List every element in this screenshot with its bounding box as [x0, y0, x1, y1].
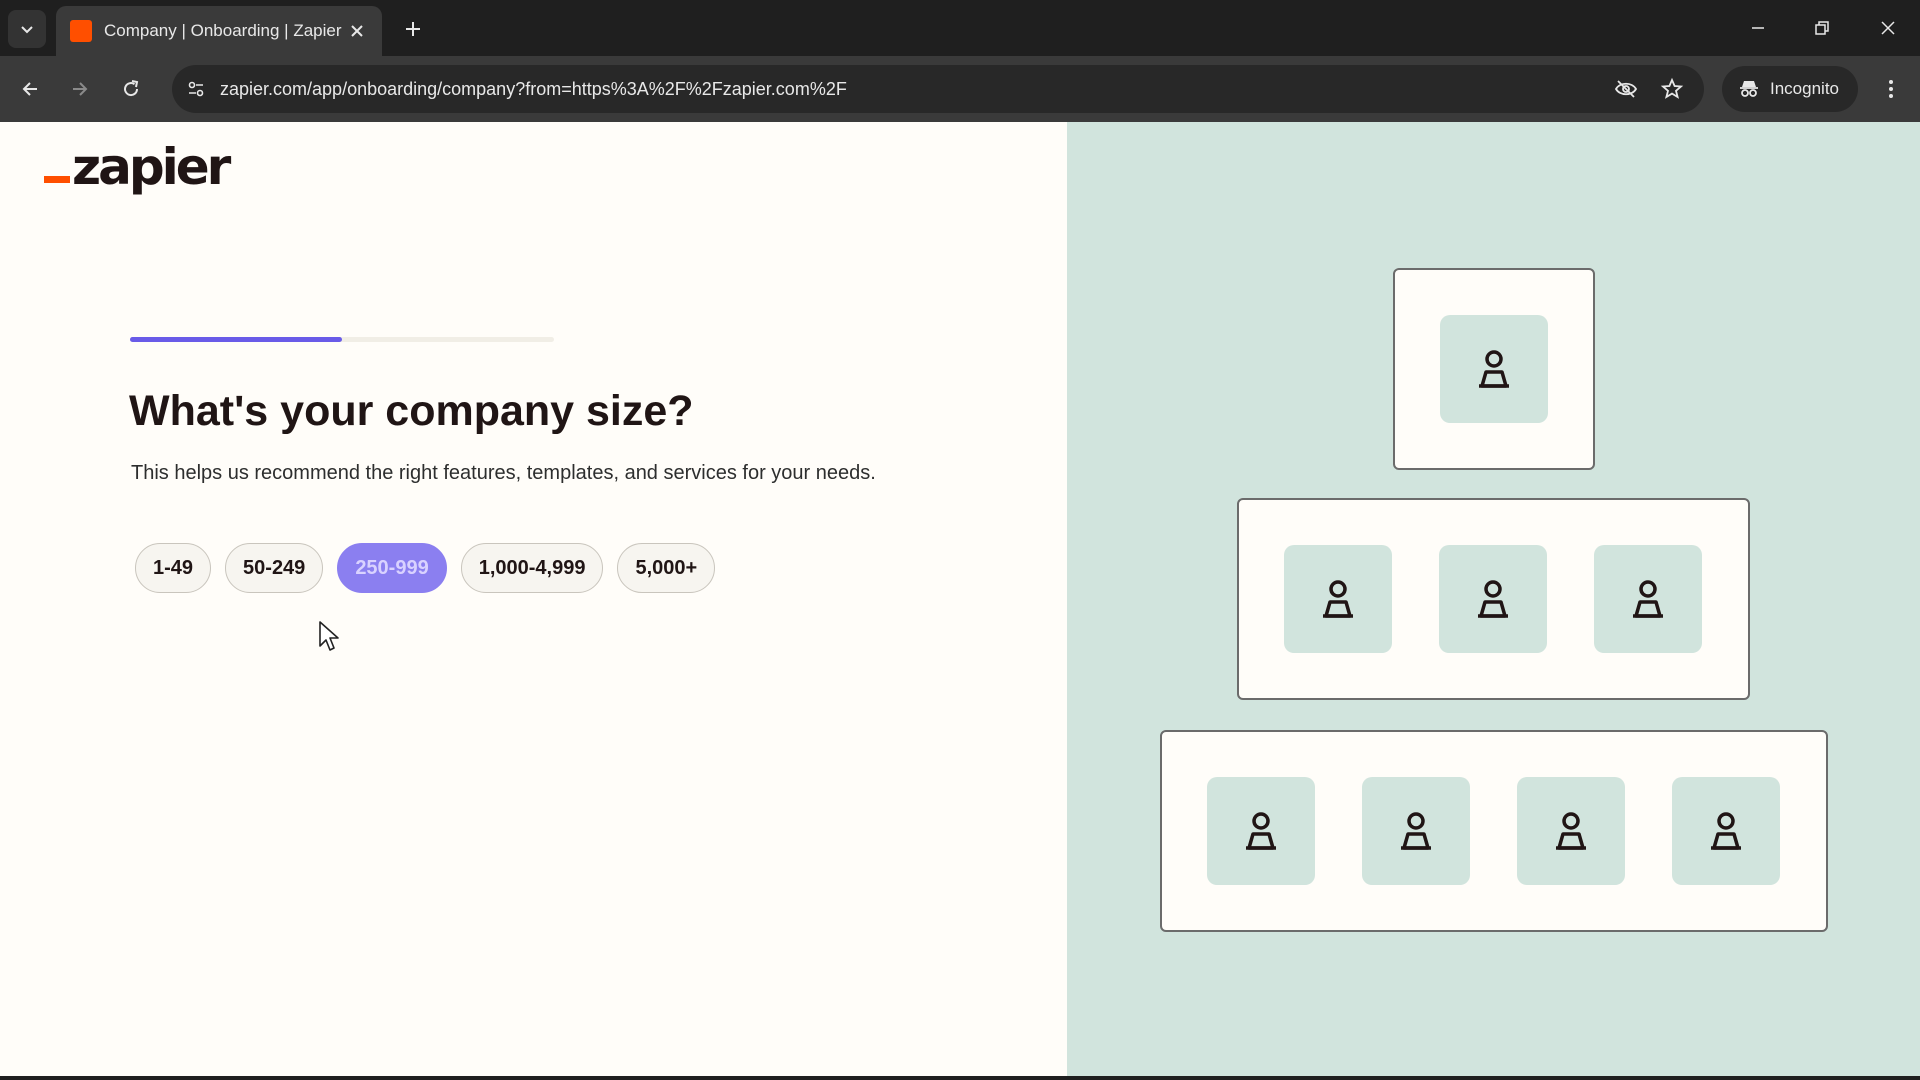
person-icon — [1246, 812, 1276, 850]
tab-title: Company | Onboarding | Zapier — [104, 21, 342, 40]
person-tile — [1440, 315, 1548, 423]
close-icon — [1881, 21, 1895, 35]
person-icon — [1711, 812, 1741, 850]
back-button[interactable] — [11, 70, 49, 108]
mouse-cursor-icon — [319, 621, 339, 651]
person-icon — [1556, 812, 1586, 850]
browser-toolbar: zapier.com/app/onboarding/company?from=h… — [0, 56, 1920, 122]
restore-icon — [1815, 21, 1829, 35]
org-tier-top — [1393, 268, 1595, 470]
size-option-1-49[interactable]: 1-49 — [135, 543, 212, 593]
reload-button[interactable] — [112, 70, 150, 108]
progress-bar-fill — [130, 337, 342, 342]
size-option-1000-4999[interactable]: 1,000-4,999 — [460, 543, 604, 593]
person-tile — [1362, 777, 1470, 885]
org-illustration-panel — [1067, 122, 1920, 1076]
onboarding-panel: zapier What's your company size? This he… — [0, 122, 1067, 1076]
more-vertical-icon — [1889, 80, 1893, 98]
person-tile — [1284, 545, 1392, 653]
close-window-button[interactable] — [1866, 8, 1910, 48]
company-size-options: 1-49 50-249 250-999 1,000-4,999 5,000+ — [135, 543, 716, 593]
new-tab-button[interactable] — [396, 12, 430, 46]
site-settings-icon[interactable] — [180, 73, 212, 105]
tab-search-button[interactable] — [8, 10, 46, 48]
person-icon — [1633, 580, 1663, 618]
minimize-icon — [1752, 27, 1764, 29]
person-icon — [1478, 580, 1508, 618]
chevron-down-icon — [21, 26, 33, 34]
logo-text: zapier — [72, 138, 231, 196]
person-icon — [1323, 580, 1353, 618]
incognito-label: Incognito — [1770, 79, 1839, 98]
logo-dash — [44, 176, 70, 183]
arrow-left-icon — [22, 82, 37, 96]
tab-close-button[interactable] — [346, 20, 368, 42]
size-option-250-999[interactable]: 250-999 — [337, 543, 447, 593]
org-tier-bottom — [1160, 730, 1828, 932]
reload-icon — [124, 80, 139, 97]
person-tile — [1594, 545, 1702, 653]
address-bar[interactable]: zapier.com/app/onboarding/company?from=h… — [172, 65, 1704, 113]
org-tier-middle — [1237, 498, 1750, 700]
close-icon — [351, 25, 363, 37]
browser-menu-button[interactable] — [1872, 70, 1910, 108]
incognito-indicator[interactable]: Incognito — [1722, 66, 1858, 112]
person-tile — [1207, 777, 1315, 885]
restore-window-button[interactable] — [1800, 8, 1844, 48]
zapier-logo[interactable]: zapier — [44, 138, 231, 196]
person-icon — [1401, 812, 1431, 850]
size-option-50-249[interactable]: 50-249 — [225, 543, 324, 593]
progress-bar — [130, 337, 554, 342]
browser-tab-strip: Company | Onboarding | Zapier — [0, 0, 1920, 56]
person-tile — [1517, 777, 1625, 885]
plus-icon — [406, 22, 420, 36]
arrow-right-icon — [73, 82, 88, 96]
page: zapier What's your company size? This he… — [0, 122, 1920, 1076]
url-text: zapier.com/app/onboarding/company?from=h… — [220, 79, 847, 99]
page-title: What's your company size? — [129, 387, 694, 435]
page-subtitle: This helps us recommend the right featur… — [131, 462, 876, 484]
zapier-favicon-icon — [70, 20, 92, 42]
incognito-icon — [1740, 81, 1758, 97]
active-tab[interactable]: Company | Onboarding | Zapier — [56, 6, 382, 56]
minimize-window-button[interactable] — [1736, 8, 1780, 48]
eye-off-icon[interactable] — [1612, 75, 1640, 103]
size-option-5000-plus[interactable]: 5,000+ — [617, 543, 716, 593]
bottom-edge — [0, 1076, 1920, 1080]
person-icon — [1479, 350, 1509, 388]
person-tile — [1439, 545, 1547, 653]
person-tile — [1672, 777, 1780, 885]
bookmark-star-icon[interactable] — [1658, 75, 1686, 103]
forward-button[interactable] — [61, 70, 99, 108]
